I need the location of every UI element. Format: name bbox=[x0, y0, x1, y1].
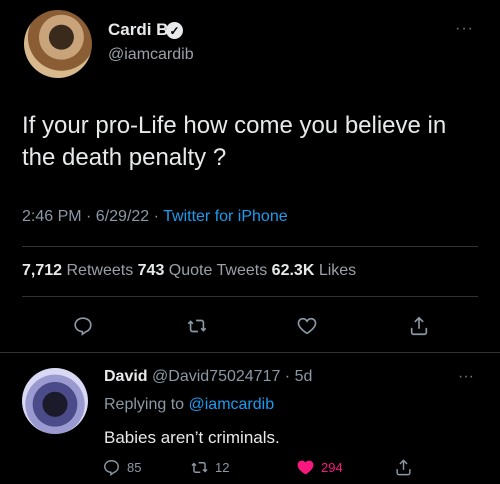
verified-badge-icon: ✓ bbox=[166, 22, 183, 39]
tweet-timestamp[interactable]: 2:46 PM · 6/29/22 · bbox=[22, 208, 163, 225]
reply-text: Babies aren’t criminals. bbox=[104, 428, 280, 447]
share-icon[interactable] bbox=[406, 313, 432, 339]
retweet-count: 12 bbox=[215, 460, 230, 475]
more-options-icon[interactable]: ··· bbox=[455, 20, 474, 38]
heart-icon bbox=[297, 460, 314, 475]
divider bbox=[0, 352, 500, 353]
reply-retweet-button[interactable]: 12 bbox=[190, 458, 229, 477]
retweet-icon bbox=[191, 462, 208, 473]
reply-header: David @David75024717 · 5d bbox=[104, 368, 312, 386]
reply-share-button[interactable] bbox=[394, 458, 413, 477]
tweet-meta: 2:46 PM · 6/29/22 · Twitter for iPhone bbox=[22, 208, 288, 226]
author-handle[interactable]: @iamcardib bbox=[108, 46, 194, 64]
heart-icon[interactable] bbox=[294, 313, 320, 339]
reply-icon bbox=[104, 460, 119, 477]
reply-more-options-icon[interactable]: ··· bbox=[458, 368, 474, 386]
reply-handle-time[interactable]: @David75024717 · 5d bbox=[148, 368, 312, 385]
reply-reply-button[interactable]: 85 bbox=[102, 458, 141, 477]
reply-like-button[interactable]: 294 bbox=[296, 458, 343, 477]
reply-icon[interactable] bbox=[70, 313, 96, 339]
divider bbox=[22, 246, 478, 247]
divider bbox=[22, 296, 478, 297]
retweet-icon[interactable] bbox=[184, 313, 210, 339]
share-icon bbox=[396, 459, 411, 476]
quotes-stat[interactable]: 743 Quote Tweets bbox=[138, 262, 272, 279]
tweet-source[interactable]: Twitter for iPhone bbox=[163, 208, 288, 225]
author-avatar[interactable] bbox=[24, 10, 92, 78]
replying-to-handle[interactable]: @iamcardib bbox=[189, 396, 275, 413]
reply-author-name[interactable]: David bbox=[104, 368, 148, 385]
reply-count: 85 bbox=[127, 460, 142, 475]
tweet-text: If your pro-Life how come you believe in… bbox=[22, 112, 447, 171]
author-display-name[interactable]: Cardi B bbox=[108, 20, 168, 40]
likes-stat[interactable]: 62.3K Likes bbox=[272, 262, 357, 279]
reply-author-avatar[interactable] bbox=[22, 368, 88, 434]
replying-to: Replying to @iamcardib bbox=[104, 396, 275, 413]
tweet-stats: 7,712 Retweets 743 Quote Tweets 62.3K Li… bbox=[22, 262, 356, 280]
like-count: 294 bbox=[321, 460, 343, 475]
retweets-stat[interactable]: 7,712 Retweets bbox=[22, 262, 138, 279]
